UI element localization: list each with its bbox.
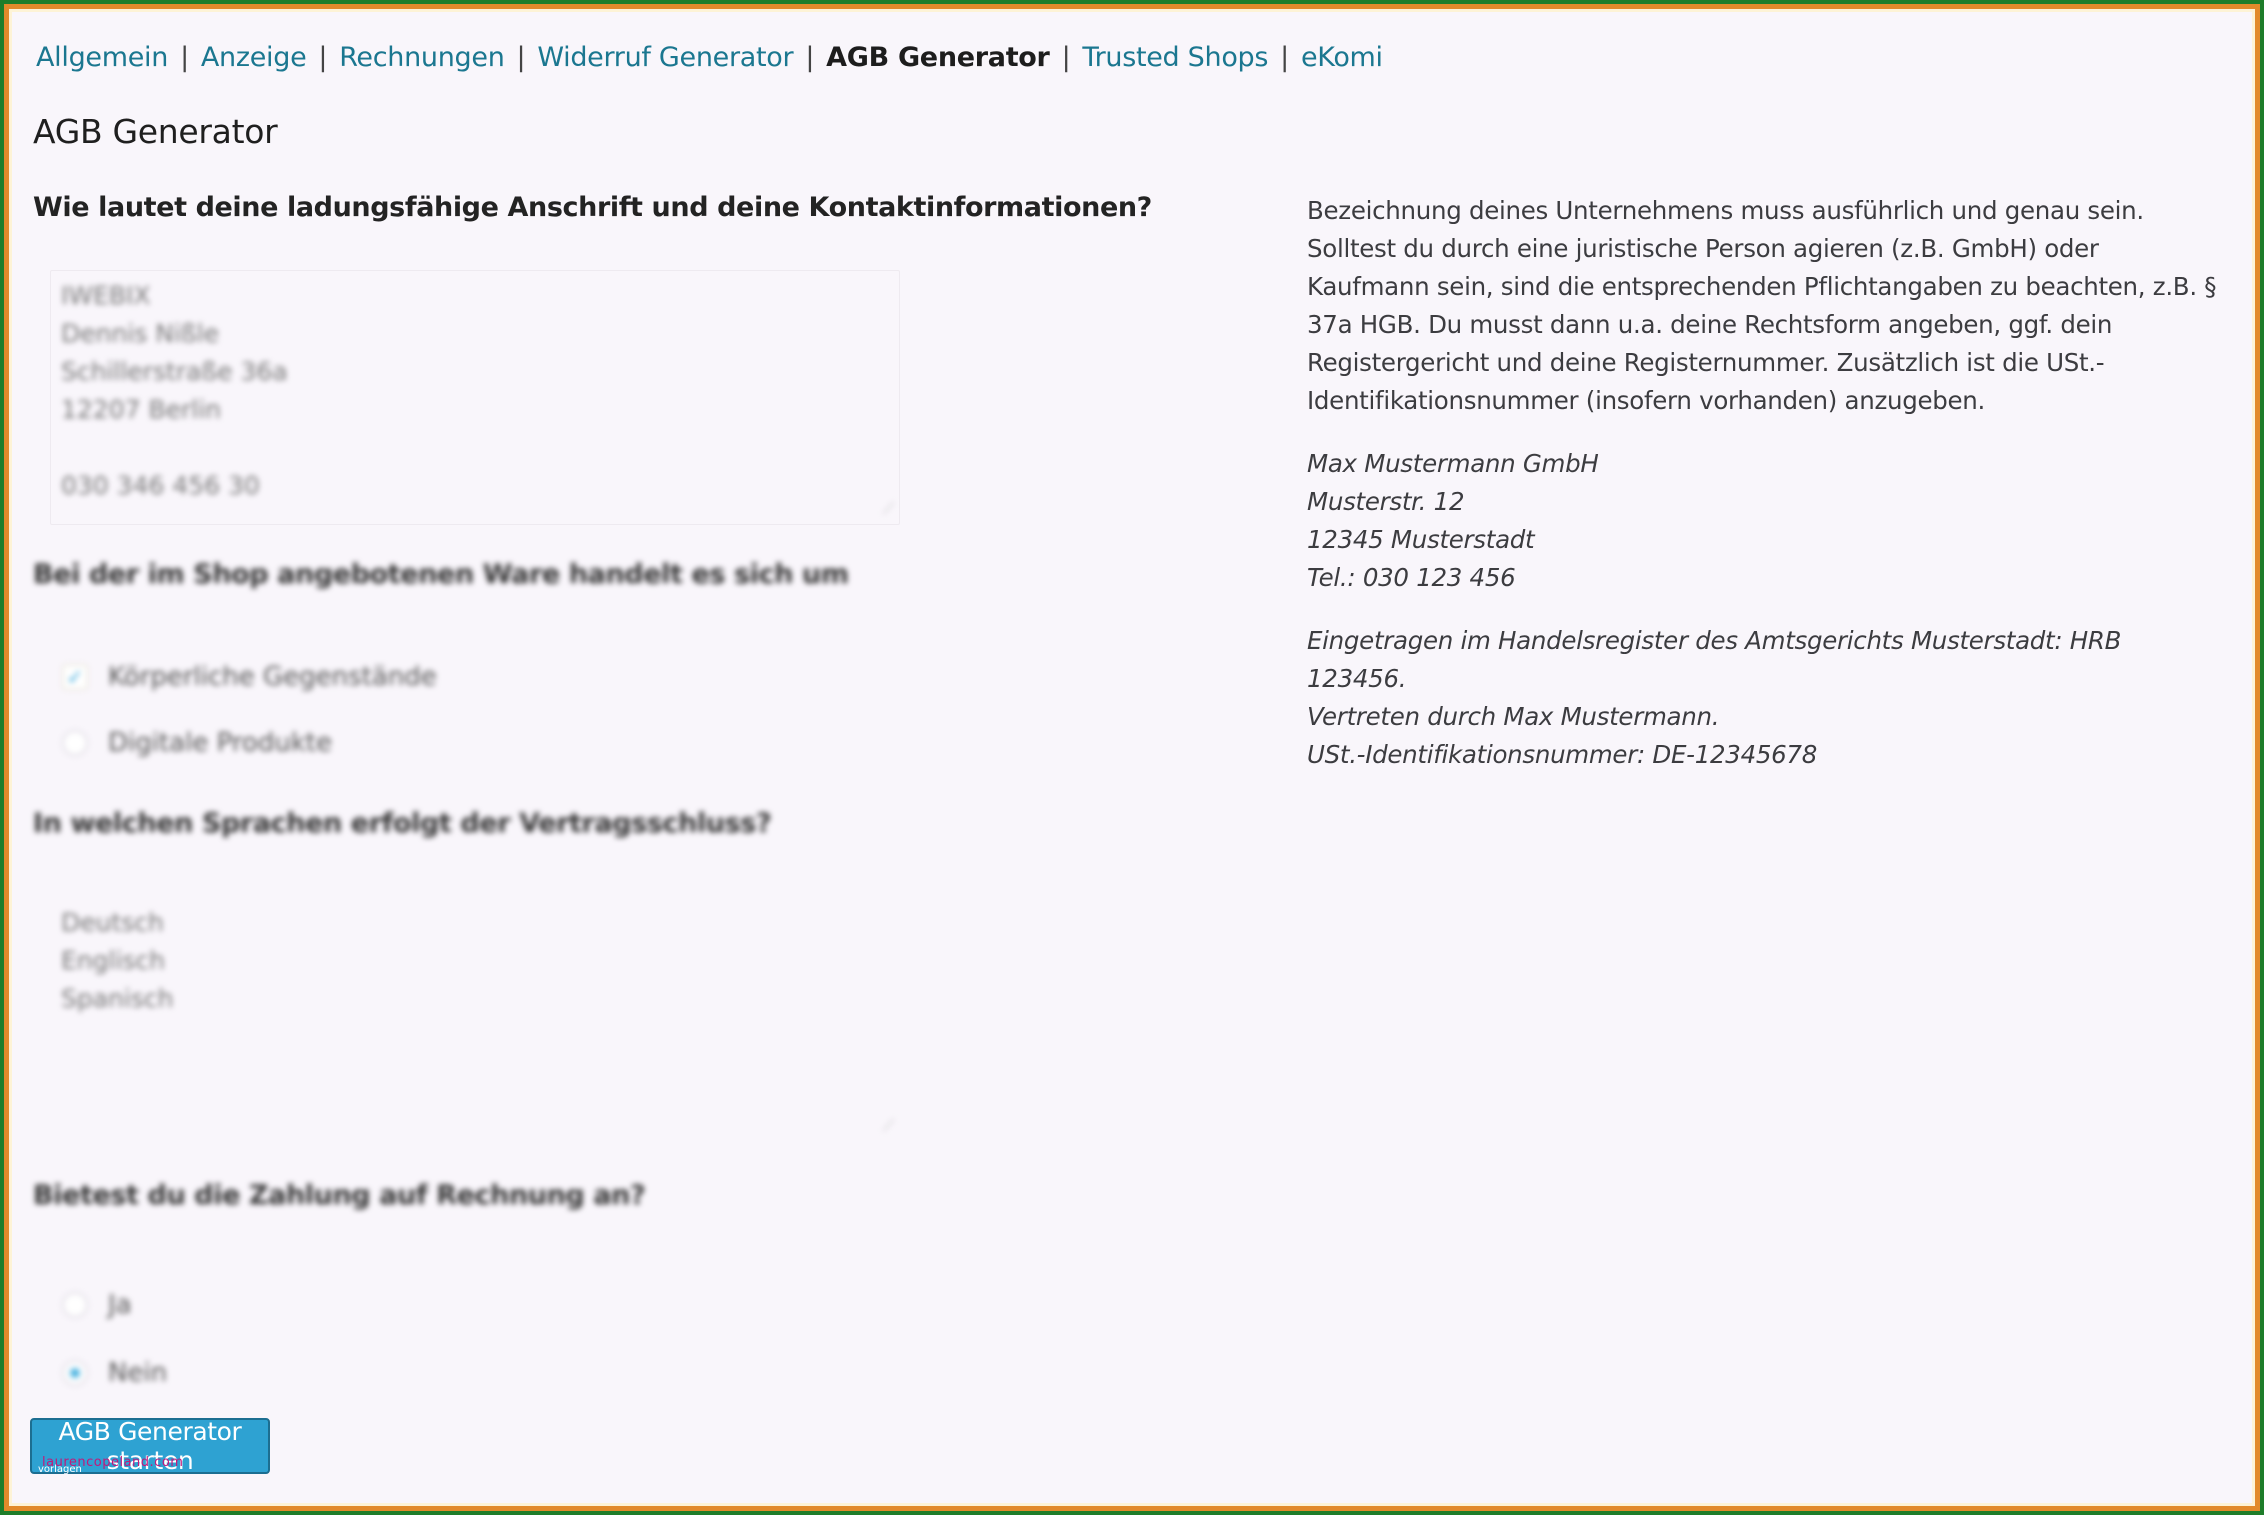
example-line: 12345 Musterstadt [1307, 525, 1535, 554]
example-register: Eingetragen im Handelsregister des Amtsg… [1307, 622, 2227, 774]
languages-list: Deutsch Englisch Spanisch [61, 904, 889, 1018]
goods-option-physical[interactable]: ✓ Körperliche Gegenstände [62, 662, 437, 692]
page-title: AGB Generator [33, 112, 278, 151]
address-textarea-content: IWEBIX Dennis Nißle Schillerstraße 36a 1… [61, 277, 889, 505]
settings-nav: Allgemein | Anzeige | Rechnungen | Widerruf Ge… [36, 42, 1383, 73]
nav-separator: | [318, 42, 328, 73]
nav-separator: | [1280, 42, 1289, 73]
example-address: Max Mustermann GmbH Musterstr. 12 12345 … [1307, 445, 2227, 597]
radio-checked-icon[interactable] [62, 1360, 88, 1386]
option-label: Digitale Produkte [108, 728, 333, 758]
example-line: USt.-Identifikationsnummer: DE-12345678 [1307, 740, 1818, 769]
nav-tab-anzeige[interactable]: Anzeige [201, 42, 307, 73]
example-line: Tel.: 030 123 456 [1307, 563, 1516, 592]
watermark-tag: vorlagen [38, 1464, 82, 1475]
address-line: Dennis Nißle [61, 319, 219, 348]
nav-separator: | [805, 42, 815, 73]
page: Allgemein | Anzeige | Rechnungen | Widerruf Ge… [12, 12, 2252, 1503]
example-line: Musterstr. 12 [1307, 487, 1465, 516]
resize-handle-icon[interactable]: ⟋ [883, 1118, 894, 1134]
nav-tab-rechnungen[interactable]: Rechnungen [339, 42, 505, 73]
nav-separator: | [516, 42, 526, 73]
invoice-option-ja[interactable]: Ja [62, 1290, 132, 1320]
checkbox-checked-icon[interactable]: ✓ [62, 664, 88, 690]
language-option[interactable]: Englisch [61, 942, 889, 980]
address-line: 12207 Berlin [61, 395, 222, 424]
invoice-option-nein[interactable]: Nein [62, 1358, 167, 1388]
address-line [61, 429, 889, 467]
nav-tab-agb-generator[interactable]: AGB Generator [826, 42, 1050, 73]
nav-tab-widerruf-generator[interactable]: Widerruf Generator [537, 42, 793, 73]
checkbox-unchecked-icon[interactable] [62, 730, 88, 756]
radio-unchecked-icon[interactable] [62, 1292, 88, 1318]
option-label: Nein [108, 1358, 168, 1388]
languages-select[interactable]: Deutsch Englisch Spanisch ⟋ [50, 897, 900, 1142]
example-line: Eingetragen im Handelsregister des Amtsg… [1307, 626, 2122, 693]
help-paragraph: Bezeichnung deines Unternehmens muss aus… [1307, 196, 2217, 415]
example-line: Vertreten durch Max Mustermann. [1307, 702, 1720, 731]
nav-tab-ekomi[interactable]: eKomi [1301, 42, 1383, 73]
address-line: 030 346 456 30 [61, 471, 260, 500]
language-option[interactable]: Deutsch [61, 904, 889, 942]
languages-question: In welchen Sprachen erfolgt der Vertrags… [33, 808, 772, 839]
nav-separator: | [180, 42, 189, 73]
language-option[interactable]: Spanisch [61, 980, 889, 1018]
option-label: Körperliche Gegenstände [108, 662, 437, 692]
help-panel: Bezeichnung deines Unternehmens muss aus… [1307, 192, 2227, 799]
example-line: Max Mustermann GmbH [1307, 449, 1599, 478]
goods-option-digital[interactable]: Digitale Produkte [62, 728, 332, 758]
nav-tab-trusted-shops[interactable]: Trusted Shops [1082, 42, 1268, 73]
address-line: Schillerstraße 36a [61, 357, 288, 386]
nav-separator: | [1061, 42, 1071, 73]
address-textarea[interactable]: IWEBIX Dennis Nißle Schillerstraße 36a 1… [50, 270, 900, 525]
nav-tab-allgemein[interactable]: Allgemein [36, 42, 168, 73]
address-question: Wie lautet deine ladungsfähige Anschrift… [33, 192, 1152, 223]
resize-handle-icon[interactable]: ⟋ [883, 501, 894, 517]
address-line: IWEBIX [61, 281, 151, 310]
option-label: Ja [108, 1290, 132, 1320]
goods-question: Bei der im Shop angebotenen Ware handelt… [33, 559, 849, 590]
invoice-question: Bietest du die Zahlung auf Rechnung an? [33, 1180, 646, 1211]
